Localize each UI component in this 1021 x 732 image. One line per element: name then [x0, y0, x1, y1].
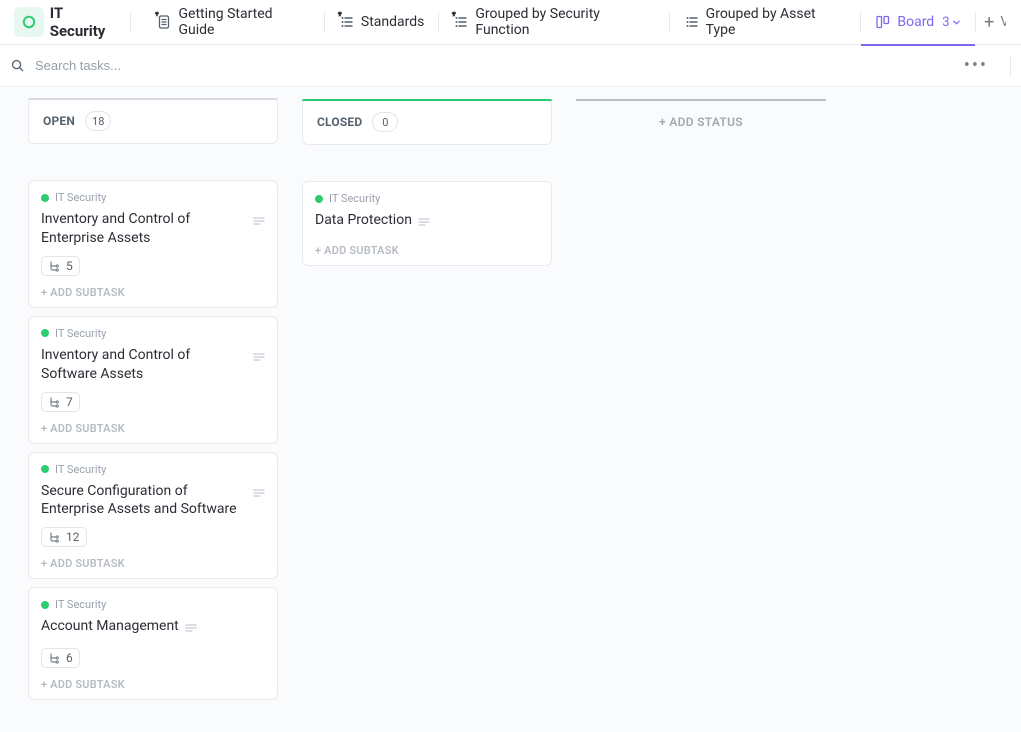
card-title: Data Protection	[315, 211, 412, 230]
card-breadcrumb: IT Security	[41, 463, 265, 476]
search-group[interactable]	[10, 57, 183, 74]
pin-icon	[153, 11, 162, 20]
list-title-chip[interactable]: IT Security	[6, 0, 130, 44]
subtask-icon	[48, 396, 60, 408]
ellipsis-icon: •••	[964, 55, 988, 76]
subtask-count[interactable]: 7	[41, 392, 80, 412]
tab-label: Getting Started Guide	[178, 6, 309, 38]
description-icon	[185, 621, 197, 640]
tab-label: Standards	[361, 14, 425, 30]
toolbar-more-button[interactable]: •••	[958, 51, 994, 80]
subtask-icon	[48, 531, 60, 543]
task-card[interactable]: IT Security Data Protection + ADD SUBTAS…	[302, 181, 552, 266]
add-view-button[interactable]: + V	[976, 0, 1015, 45]
tab-label: Grouped by Asset Type	[706, 6, 847, 38]
add-subtask-button[interactable]: + ADD SUBTASK	[41, 286, 265, 299]
status-dot-icon	[315, 195, 323, 203]
list-icon	[684, 14, 700, 30]
add-subtask-button[interactable]: + ADD SUBTASK	[41, 678, 265, 691]
tab-label: Grouped by Security Function	[475, 6, 654, 38]
view-tabs: Getting Started Guide Standards Grouped …	[142, 0, 1015, 45]
column-closed-header[interactable]: CLOSED 0	[302, 99, 552, 145]
subtask-icon	[48, 652, 60, 664]
add-status-button[interactable]: + ADD STATUS	[576, 99, 826, 143]
board-area: OPEN 18 IT Security Inventory and Contro…	[0, 87, 1021, 732]
plus-icon: +	[984, 12, 994, 33]
list-icon	[453, 14, 469, 30]
description-icon	[253, 486, 265, 505]
board-icon	[875, 14, 891, 30]
chevron-down-icon	[952, 18, 961, 27]
status-dot-icon	[41, 601, 49, 609]
column-add-status: + ADD STATUS	[576, 99, 826, 143]
description-icon	[418, 215, 430, 234]
card-breadcrumb: IT Security	[315, 192, 539, 205]
tab-standards[interactable]: Standards	[325, 0, 439, 45]
task-card[interactable]: IT Security Secure Configuration of Ente…	[28, 452, 278, 580]
list-icon	[339, 14, 355, 30]
column-open: OPEN 18 IT Security Inventory and Contro…	[28, 99, 278, 700]
column-closed: CLOSED 0 IT Security Data Protection + A…	[302, 99, 552, 266]
search-input[interactable]	[33, 57, 183, 74]
tab-board[interactable]: Board 3	[861, 0, 974, 45]
card-breadcrumb: IT Security	[41, 598, 265, 611]
list-title: IT Security	[50, 4, 122, 40]
subtask-count[interactable]: 5	[41, 256, 80, 276]
search-icon	[10, 58, 25, 73]
pin-icon	[450, 11, 458, 19]
view-tabs-bar: IT Security Getting Started Guide Standa…	[0, 0, 1021, 45]
tab-board-count: 3	[942, 15, 960, 30]
add-subtask-button[interactable]: + ADD SUBTASK	[315, 244, 539, 257]
task-card[interactable]: IT Security Account Management 6 + ADD S…	[28, 587, 278, 700]
add-subtask-button[interactable]: + ADD SUBTASK	[41, 557, 265, 570]
add-subtask-button[interactable]: + ADD SUBTASK	[41, 422, 265, 435]
card-title: Account Management	[41, 617, 179, 636]
column-count-badge: 18	[85, 111, 111, 131]
column-title: CLOSED	[317, 115, 362, 129]
tab-grouped-asset-type[interactable]: Grouped by Asset Type	[670, 0, 861, 45]
description-icon	[253, 350, 265, 369]
column-count-badge: 0	[372, 112, 398, 132]
task-card[interactable]: IT Security Inventory and Control of Ent…	[28, 180, 278, 308]
card-title: Secure Configuration of Enterprise Asset…	[41, 482, 247, 520]
description-icon	[253, 214, 265, 233]
task-card[interactable]: IT Security Inventory and Control of Sof…	[28, 316, 278, 444]
tab-label: Board	[897, 14, 934, 30]
pin-icon	[336, 11, 344, 19]
card-title: Inventory and Control of Enterprise Asse…	[41, 210, 247, 248]
card-breadcrumb: IT Security	[41, 191, 265, 204]
column-open-cards: IT Security Inventory and Control of Ent…	[28, 180, 278, 700]
status-dot-icon	[41, 329, 49, 337]
tab-grouped-security-function[interactable]: Grouped by Security Function	[439, 0, 668, 45]
toolbar: •••	[0, 45, 1021, 87]
column-open-header[interactable]: OPEN 18	[28, 99, 278, 144]
column-title: OPEN	[43, 114, 75, 128]
status-dot-icon	[41, 194, 49, 202]
subtask-count[interactable]: 6	[41, 648, 80, 668]
column-closed-cards: IT Security Data Protection + ADD SUBTAS…	[302, 181, 552, 266]
status-dot-icon	[41, 465, 49, 473]
card-breadcrumb: IT Security	[41, 327, 265, 340]
list-status-icon	[14, 7, 44, 37]
subtask-icon	[48, 260, 60, 272]
tab-getting-started[interactable]: Getting Started Guide	[142, 0, 323, 45]
subtask-count[interactable]: 12	[41, 527, 87, 547]
card-title: Inventory and Control of Software Assets	[41, 346, 247, 384]
doc-icon	[156, 14, 172, 30]
